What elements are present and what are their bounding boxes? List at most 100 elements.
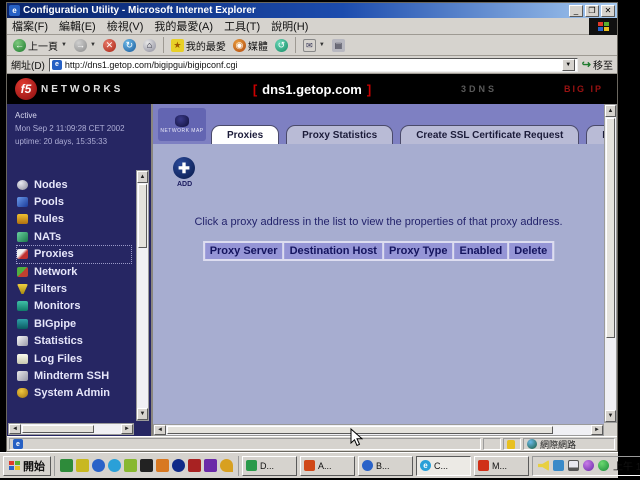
quicklaunch-icon[interactable] bbox=[156, 459, 169, 472]
sidebar-item-proxies[interactable]: Proxies bbox=[17, 246, 131, 263]
scrollbar-track bbox=[554, 425, 591, 435]
history-button[interactable]: ↺ bbox=[272, 38, 291, 53]
scroll-down-icon[interactable]: ▼ bbox=[137, 408, 148, 420]
sidebar-item-mindterm-ssh[interactable]: Mindterm SSH bbox=[17, 367, 131, 384]
sidebar-item-system-admin[interactable]: System Admin bbox=[17, 385, 131, 402]
tab-install-ssl-certificate[interactable]: Install SSL Certifi bbox=[586, 125, 604, 144]
volume-icon[interactable] bbox=[538, 460, 549, 471]
back-button[interactable]: ← 上一頁 ▼ bbox=[10, 37, 70, 54]
address-input[interactable]: e http://dns1.getop.com/bigipgui/bigipco… bbox=[49, 58, 578, 72]
sidebar-item-log-files[interactable]: Log Files bbox=[17, 350, 131, 367]
favorites-button[interactable]: ★ 我的最愛 bbox=[168, 37, 229, 54]
scroll-up-icon[interactable]: ▲ bbox=[137, 171, 148, 183]
scroll-left-icon[interactable]: ◄ bbox=[154, 425, 166, 435]
menu-view[interactable]: 檢視(V) bbox=[107, 18, 144, 34]
window-title: Configuration Utility - Microsoft Intern… bbox=[23, 5, 567, 16]
minimize-button[interactable]: _ bbox=[569, 5, 583, 17]
sidebar-horizontal-scrollbar[interactable]: ◄ ► bbox=[8, 423, 134, 435]
print-icon: ▤ bbox=[332, 39, 345, 52]
scrollbar-thumb[interactable] bbox=[167, 426, 553, 434]
tray-app-icon[interactable] bbox=[583, 460, 594, 471]
sidebar-item-label: Rules bbox=[34, 213, 64, 225]
quicklaunch-icon[interactable] bbox=[76, 459, 89, 472]
scrollbar-thumb[interactable] bbox=[138, 184, 147, 248]
taskbar-window-button[interactable]: M... bbox=[474, 456, 529, 476]
add-proxy-button[interactable]: ✚ bbox=[173, 157, 195, 179]
media-label: 媒體 bbox=[248, 38, 268, 53]
mail-button[interactable]: ✉ ▼ bbox=[300, 38, 328, 53]
sidebar-item-pools[interactable]: Pools bbox=[17, 193, 131, 210]
proxies-icon bbox=[17, 249, 28, 259]
sidebar-item-network[interactable]: Network bbox=[17, 263, 131, 280]
taskbar-window-button[interactable]: B... bbox=[358, 456, 413, 476]
sidebar-item-statistics[interactable]: Statistics bbox=[17, 333, 131, 350]
f5-banner: f5 NETWORKS [ dns1.getop.com ] 3DNS BIG … bbox=[7, 74, 617, 104]
menu-tools[interactable]: 工具(T) bbox=[224, 18, 260, 34]
tab-create-ssl-certificate-request[interactable]: Create SSL Certificate Request bbox=[400, 125, 579, 144]
stop-button[interactable]: ✕ bbox=[100, 38, 119, 53]
scroll-left-icon[interactable]: ◄ bbox=[9, 424, 21, 434]
close-button[interactable]: ✕ bbox=[601, 5, 615, 17]
menu-help[interactable]: 說明(H) bbox=[271, 18, 308, 34]
back-dropdown-icon[interactable]: ▼ bbox=[61, 42, 67, 48]
sidebar-vertical-scrollbar[interactable]: ▲ ▼ bbox=[136, 170, 149, 421]
sidebar-item-label: BIGpipe bbox=[34, 318, 76, 330]
tab-proxies[interactable]: Proxies bbox=[211, 125, 279, 144]
display-icon[interactable] bbox=[568, 460, 579, 471]
mail-dropdown-icon[interactable]: ▼ bbox=[319, 42, 325, 48]
refresh-button[interactable]: ↻ bbox=[120, 38, 139, 53]
print-button[interactable]: ▤ bbox=[329, 38, 348, 53]
scrollbar-thumb[interactable] bbox=[606, 118, 615, 338]
menu-edit[interactable]: 編輯(E) bbox=[59, 18, 96, 34]
quicklaunch-icon[interactable] bbox=[220, 459, 233, 472]
sidebar-item-filters[interactable]: Filters bbox=[17, 280, 131, 297]
status-uptime: uptime: 20 days, 15:35:33 bbox=[15, 135, 125, 148]
quicklaunch-icon[interactable] bbox=[92, 459, 105, 472]
taskbar-window-button[interactable]: A... bbox=[300, 456, 355, 476]
quicklaunch-icon[interactable] bbox=[108, 459, 121, 472]
titlebar[interactable]: e Configuration Utility - Microsoft Inte… bbox=[7, 3, 617, 18]
menu-favorites[interactable]: 我的最愛(A) bbox=[154, 18, 213, 34]
scroll-up-icon[interactable]: ▲ bbox=[605, 105, 616, 117]
media-button[interactable]: ◉ 媒體 bbox=[230, 37, 271, 54]
sidebar-item-monitors[interactable]: Monitors bbox=[17, 298, 131, 315]
network-map-icon bbox=[175, 115, 189, 127]
forward-dropdown-icon[interactable]: ▼ bbox=[90, 42, 96, 48]
tab-proxy-statistics[interactable]: Proxy Statistics bbox=[286, 125, 393, 144]
taskbar-window-button-active[interactable]: e C... bbox=[416, 456, 471, 476]
home-button[interactable]: ⌂ bbox=[140, 38, 159, 53]
quicklaunch-icon[interactable] bbox=[188, 459, 201, 472]
go-button[interactable]: ↪ 移至 bbox=[582, 57, 613, 72]
scrollbar-thumb[interactable] bbox=[22, 425, 94, 433]
messenger-icon[interactable] bbox=[553, 460, 564, 471]
address-dropdown-icon[interactable]: ▼ bbox=[562, 59, 575, 71]
sidebar-item-rules[interactable]: Rules bbox=[17, 211, 131, 228]
sidebar-item-nodes[interactable]: Nodes bbox=[17, 176, 131, 193]
taskbar-window-button[interactable]: D... bbox=[242, 456, 297, 476]
sidebar-item-label: Statistics bbox=[34, 335, 83, 347]
sidebar-item-label: Filters bbox=[34, 283, 67, 295]
browser-statusbar: e 網際網路 bbox=[7, 436, 617, 451]
network-map-button[interactable]: NETWORK MAP bbox=[158, 108, 206, 141]
scroll-right-icon[interactable]: ► bbox=[121, 424, 133, 434]
sidebar-item-nats[interactable]: NATs bbox=[17, 228, 131, 245]
refresh-icon: ↻ bbox=[123, 39, 136, 52]
start-button[interactable]: 開始 bbox=[3, 456, 51, 476]
tray-app-icon[interactable] bbox=[598, 460, 609, 471]
sidebar-item-bigpipe[interactable]: BIGpipe bbox=[17, 315, 131, 332]
instruction-text: Click a proxy address in the list to vie… bbox=[153, 216, 604, 228]
restore-button[interactable]: ❐ bbox=[585, 5, 599, 17]
quicklaunch-icon[interactable] bbox=[204, 459, 217, 472]
quicklaunch-icon[interactable] bbox=[124, 459, 137, 472]
main-horizontal-scrollbar[interactable]: ◄ ► bbox=[153, 424, 604, 436]
scrollbar-track bbox=[137, 249, 148, 408]
quicklaunch-icon[interactable] bbox=[172, 459, 185, 472]
app-icon bbox=[478, 460, 489, 471]
scroll-right-icon[interactable]: ► bbox=[591, 425, 603, 435]
main-vertical-scrollbar[interactable]: ▲ ▼ bbox=[604, 104, 617, 423]
quicklaunch-icon[interactable] bbox=[140, 459, 153, 472]
quicklaunch-icon[interactable] bbox=[60, 459, 73, 472]
scroll-down-icon[interactable]: ▼ bbox=[605, 410, 616, 422]
menu-file[interactable]: 檔案(F) bbox=[12, 18, 48, 34]
forward-button[interactable]: → ▼ bbox=[71, 38, 99, 53]
